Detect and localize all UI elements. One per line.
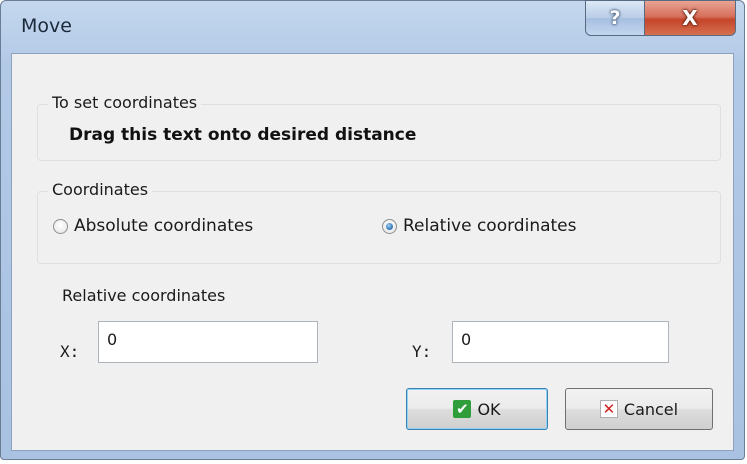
- set-coordinates-group: To set coordinates Drag this text onto d…: [37, 93, 721, 161]
- radio-checked-icon[interactable]: [382, 218, 397, 234]
- radio-unchecked-icon[interactable]: [53, 218, 68, 234]
- coordinates-group-label: Coordinates: [48, 180, 153, 199]
- y-label: Y:: [412, 342, 432, 361]
- x-label: X:: [60, 342, 80, 361]
- ok-button-label: OK: [477, 399, 501, 419]
- close-icon: X: [682, 6, 698, 30]
- drag-distance-text[interactable]: Drag this text onto desired distance: [69, 125, 416, 145]
- window-title: Move: [21, 15, 72, 37]
- x-coordinate-input[interactable]: 0: [98, 321, 318, 363]
- cancel-button-label: Cancel: [623, 399, 679, 419]
- relative-coordinates-section-label: Relative coordinates: [62, 286, 226, 305]
- cancel-button[interactable]: ✕ Cancel: [565, 388, 713, 430]
- absolute-coordinates-radio[interactable]: Absolute coordinates: [53, 216, 253, 236]
- title-bar[interactable]: Move ? X: [1, 0, 744, 53]
- coordinates-group: Coordinates Absolute coordinates Relativ…: [37, 180, 721, 264]
- relative-coordinates-label: Relative coordinates: [403, 216, 577, 236]
- absolute-coordinates-label: Absolute coordinates: [74, 216, 254, 236]
- relative-coordinates-radio[interactable]: Relative coordinates: [382, 216, 577, 236]
- x-mark-icon: ✕: [599, 400, 618, 418]
- checkmark-icon: ✔: [453, 400, 472, 418]
- set-coordinates-group-label: To set coordinates: [48, 93, 202, 112]
- help-icon: ?: [609, 7, 621, 29]
- close-button[interactable]: X: [644, 0, 736, 36]
- help-button[interactable]: ?: [585, 0, 645, 36]
- ok-button[interactable]: ✔ OK: [406, 388, 548, 430]
- y-coordinate-input[interactable]: 0: [452, 321, 669, 363]
